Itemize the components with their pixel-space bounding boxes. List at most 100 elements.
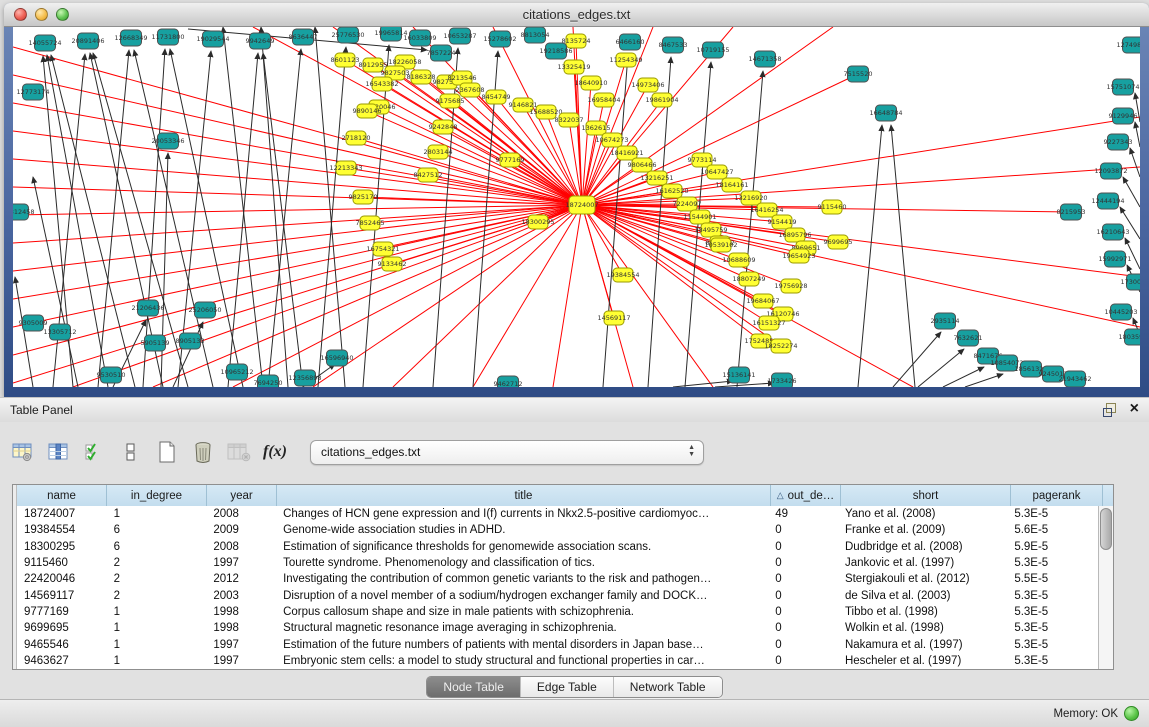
table-cell[interactable]: 6 [107, 524, 207, 536]
table-cell[interactable]: 2003 [206, 590, 276, 602]
table-cell[interactable]: Wolkin et al. (1998) [838, 622, 1007, 634]
column-header-name[interactable]: name [17, 485, 107, 506]
table-cell[interactable]: 0 [768, 606, 838, 618]
select-rows-checklist-icon[interactable] [80, 436, 110, 468]
paper-node[interactable]: 7224097 [673, 197, 702, 211]
memory-status-icon[interactable] [1124, 706, 1139, 721]
row-height-icon[interactable] [116, 436, 146, 468]
hub-node[interactable]: 18724007 [565, 196, 598, 214]
cited-node[interactable]: 7515520 [844, 66, 873, 82]
table-cell[interactable]: 5.3E-5 [1007, 508, 1099, 520]
table-row[interactable]: 1456911722003Disruption of a novel membe… [13, 587, 1099, 603]
cited-node[interactable]: 20891406 [71, 33, 104, 49]
table-cell[interactable]: Dudbridge et al. (2008) [838, 541, 1007, 553]
table-cell[interactable]: 1 [107, 655, 207, 667]
cited-node[interactable]: 9245012 [1039, 366, 1068, 382]
table-cell[interactable]: 9465546 [17, 639, 107, 651]
cited-node[interactable]: 7632621 [954, 330, 983, 346]
column-header-year[interactable]: year [207, 485, 277, 506]
cited-node[interactable]: 7694250 [254, 375, 283, 387]
cited-node[interactable]: 19965814 [374, 27, 407, 41]
table-cell[interactable]: 2 [107, 590, 207, 602]
cited-node[interactable]: 16596940 [320, 350, 353, 366]
table-row[interactable]: 2242004622012Investigating the contribut… [13, 571, 1099, 587]
cited-node[interactable]: 14055724 [28, 35, 61, 51]
cited-node[interactable]: 9530510 [97, 367, 126, 383]
cited-node[interactable]: 10719155 [696, 42, 729, 58]
table-cell[interactable]: 49 [768, 508, 838, 520]
paper-node[interactable]: 13216251 [640, 171, 673, 185]
table-cell[interactable]: 0 [768, 541, 838, 553]
table-cell[interactable]: 1 [107, 606, 207, 618]
table-cell[interactable]: 2012 [206, 573, 276, 585]
cited-node[interactable]: 12668349 [114, 30, 147, 46]
table-cell[interactable]: 9115460 [17, 557, 107, 569]
table-cell[interactable]: 5.3E-5 [1007, 639, 1099, 651]
select-columns-icon[interactable] [44, 436, 74, 468]
cited-node[interactable]: 20312458 [13, 204, 35, 220]
table-cell[interactable]: 2 [107, 557, 207, 569]
column-header-out_de[interactable]: △out_de… [771, 485, 841, 506]
paper-node[interactable]: 14569117 [597, 311, 630, 325]
cited-node[interactable]: 15278602 [483, 31, 516, 47]
table-row[interactable]: 946362711997Embryonic stem cells: a mode… [13, 653, 1099, 669]
table-cell[interactable]: Corpus callosum shape and size in male p… [276, 606, 768, 618]
table-cell[interactable]: 1 [107, 622, 207, 634]
table-cell[interactable]: 5.5E-5 [1007, 573, 1099, 585]
close-panel-icon[interactable]: × [1130, 402, 1139, 416]
paper-node[interactable]: 18164161 [715, 178, 748, 192]
cited-node[interactable]: 2935114 [931, 313, 960, 329]
table-cell[interactable]: 2 [107, 573, 207, 585]
network-view-canvas[interactable]: 8601123891295518226058982750381863281654… [13, 27, 1140, 387]
paper-node[interactable]: 8186328 [407, 70, 436, 84]
table-cell[interactable]: 5.9E-5 [1007, 541, 1099, 553]
cited-node[interactable]: 16033809 [403, 30, 436, 46]
cited-node[interactable]: 12093872 [1094, 163, 1127, 179]
table-cell[interactable]: 0 [768, 590, 838, 602]
table-cell[interactable]: Stergiakouli et al. (2012) [838, 573, 1007, 585]
table-cell[interactable]: de Silva et al. (2003) [838, 590, 1007, 602]
paper-node[interactable]: 9242848 [429, 120, 458, 134]
table-cell[interactable]: 5.3E-5 [1007, 655, 1099, 667]
table-cell[interactable]: 5.3E-5 [1007, 606, 1099, 618]
tab-node-table[interactable]: Node Table [427, 677, 520, 697]
table-cell[interactable]: Nakamura et al. (1997) [838, 639, 1007, 651]
table-cell[interactable]: Tourette syndrome. Phenomenology and cla… [276, 557, 768, 569]
cited-node[interactable]: 9942649 [246, 33, 275, 49]
paper-node[interactable]: 16895796 [778, 228, 811, 242]
table-cell[interactable]: 1 [107, 508, 207, 520]
cited-node[interactable]: 10653287 [443, 28, 476, 44]
cited-node[interactable]: 7857224 [427, 45, 456, 61]
table-cell[interactable]: Tibbo et al. (1998) [838, 606, 1007, 618]
table-cell[interactable]: Yano et al. (2008) [838, 508, 1007, 520]
table-cell[interactable]: 0 [768, 573, 838, 585]
cited-node[interactable]: 11731800 [151, 29, 184, 45]
table-cell[interactable]: 18300295 [17, 541, 107, 553]
paper-node[interactable]: 9115460 [818, 200, 847, 214]
table-row[interactable]: 977716911998Corpus callosum shape and si… [13, 604, 1099, 620]
paper-node[interactable]: 8427512 [414, 168, 443, 182]
table-cell[interactable]: Estimation of significance thresholds fo… [276, 541, 768, 553]
cited-node[interactable]: 14671358 [748, 51, 781, 67]
table-cell[interactable]: Disruption of a novel member of a sodium… [276, 590, 768, 602]
cited-node[interactable]: 8636447 [289, 29, 318, 45]
cited-node[interactable]: 1733426 [768, 373, 797, 387]
cited-node[interactable]: 16648784 [869, 105, 902, 121]
cited-node[interactable]: 9129946 [1109, 108, 1138, 124]
table-cell[interactable]: 0 [768, 622, 838, 634]
window-titlebar[interactable]: citations_edges.txt [4, 3, 1149, 27]
table-column-settings-icon[interactable] [8, 436, 38, 468]
table-cell[interactable]: 22420046 [17, 573, 107, 585]
cited-node[interactable]: 12356898 [288, 370, 321, 386]
cited-node[interactable]: 15992971 [1098, 251, 1131, 267]
table-cell[interactable]: Jankovic et al. (1997) [838, 557, 1007, 569]
paper-node[interactable]: 2803144 [424, 145, 453, 159]
table-cell[interactable]: Changes of HCN gene expression and I(f) … [276, 508, 768, 520]
cited-node[interactable]: 9227343 [1104, 134, 1133, 150]
cited-node[interactable]: 18035901 [1118, 329, 1140, 345]
function-builder-icon[interactable]: f(x) [260, 436, 290, 468]
table-row[interactable]: 1938455462009Genome-wide association stu… [13, 522, 1099, 538]
cited-node[interactable]: 12749862 [1116, 37, 1140, 53]
scrollbar-thumb[interactable] [1100, 508, 1112, 550]
cited-node[interactable]: 8215953 [1057, 204, 1086, 220]
